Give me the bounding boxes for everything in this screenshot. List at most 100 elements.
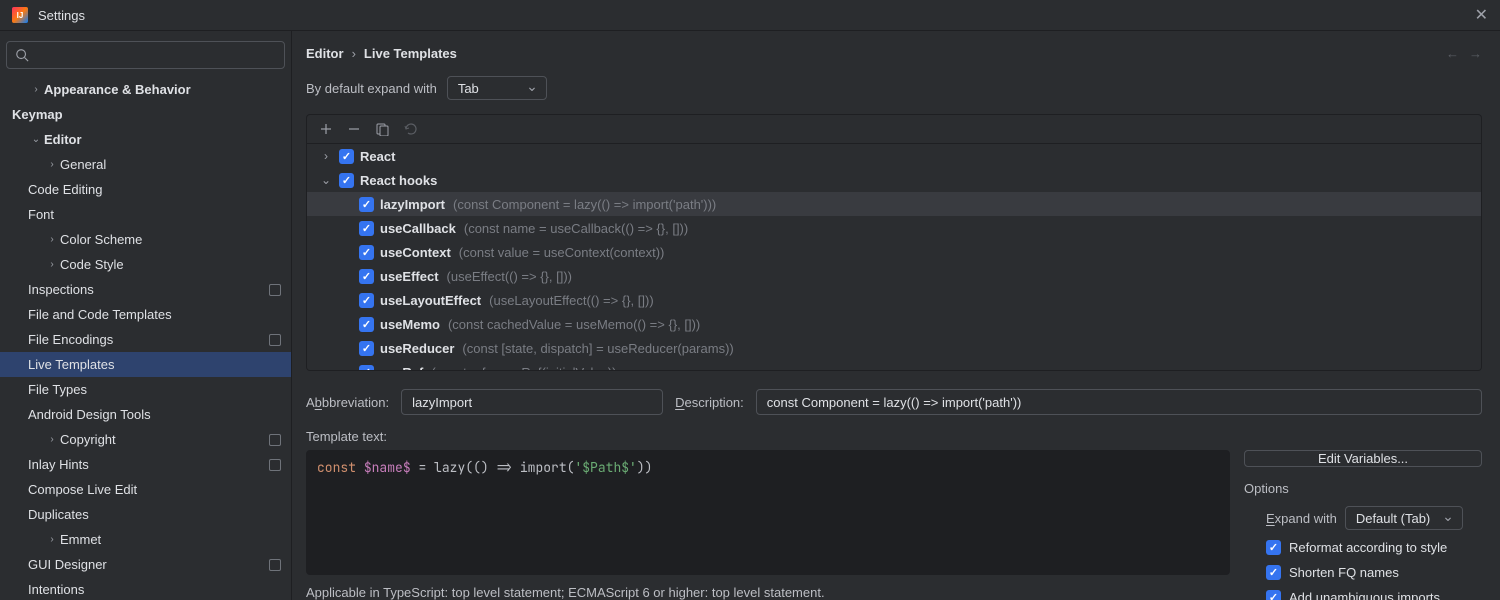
description-input[interactable]: [756, 389, 1482, 415]
sidebar-item-label: Color Scheme: [60, 232, 281, 247]
nav-back-icon[interactable]: ←: [1446, 46, 1459, 61]
sidebar-item-duplicates[interactable]: Duplicates: [0, 502, 291, 527]
sidebar-item-label: Editor: [44, 132, 281, 147]
sidebar-item-editor[interactable]: ⌄Editor: [0, 127, 291, 152]
template-checkbox[interactable]: [359, 221, 374, 236]
sidebar-item-label: Code Style: [60, 257, 281, 272]
breadcrumb-root[interactable]: Editor: [306, 46, 344, 61]
content-pane: Editor › Live Templates ← → By default e…: [292, 31, 1500, 600]
sidebar-item-code-editing[interactable]: Code Editing: [0, 177, 291, 202]
template-item-useEffect[interactable]: useEffect (useEffect(() => {}, [])): [307, 264, 1481, 288]
chevron-icon: ›: [28, 84, 44, 95]
default-expand-label: By default expand with: [306, 81, 437, 96]
duplicate-icon[interactable]: [375, 122, 389, 136]
chevron-icon: ›: [44, 159, 60, 170]
sidebar-item-label: Copyright: [60, 432, 269, 447]
template-item-useLayoutEffect[interactable]: useLayoutEffect (useLayoutEffect(() => {…: [307, 288, 1481, 312]
chevron-icon: ⌄: [28, 134, 44, 145]
sidebar-item-gui-designer[interactable]: GUI Designer: [0, 552, 291, 577]
chevron-icon: ›: [44, 534, 60, 545]
group-checkbox[interactable]: [339, 149, 354, 164]
sidebar-item-label: File Types: [28, 382, 281, 397]
template-desc: (useEffect(() => {}, [])): [447, 269, 572, 284]
sidebar-item-appearance-behavior[interactable]: ›Appearance & Behavior: [0, 77, 291, 102]
breadcrumb: Editor › Live Templates ← →: [306, 31, 1482, 76]
template-desc: (const Component = lazy(() => import('pa…: [453, 197, 716, 212]
template-item-useCallback[interactable]: useCallback (const name = useCallback(()…: [307, 216, 1481, 240]
template-item-useMemo[interactable]: useMemo (const cachedValue = useMemo(() …: [307, 312, 1481, 336]
template-checkbox[interactable]: [359, 293, 374, 308]
sidebar-item-label: Emmet: [60, 532, 281, 547]
reformat-label: Reformat according to style: [1289, 540, 1447, 555]
template-group-react-hooks[interactable]: React hooks: [307, 168, 1481, 192]
sidebar-item-label: Inspections: [28, 282, 269, 297]
template-name: useReducer: [380, 341, 454, 356]
abbreviation-input[interactable]: [401, 389, 663, 415]
sidebar-item-file-types[interactable]: File Types: [0, 377, 291, 402]
template-toolbar: [306, 114, 1482, 143]
template-desc: (const [state, dispatch] = useReducer(pa…: [462, 341, 733, 356]
description-label: Description:: [675, 395, 744, 410]
template-checkbox[interactable]: [359, 245, 374, 260]
edit-variables-button[interactable]: Edit Variables...: [1244, 450, 1482, 467]
search-input[interactable]: [35, 48, 276, 63]
template-item-useReducer[interactable]: useReducer (const [state, dispatch] = us…: [307, 336, 1481, 360]
sidebar-item-live-templates[interactable]: Live Templates: [0, 352, 291, 377]
sidebar-item-font[interactable]: Font: [0, 202, 291, 227]
template-item-lazyImport[interactable]: lazyImport (const Component = lazy(() =>…: [307, 192, 1481, 216]
template-group-react[interactable]: React: [307, 144, 1481, 168]
app-icon: IJ: [12, 7, 28, 23]
sidebar-item-compose-live-edit[interactable]: Compose Live Edit: [0, 477, 291, 502]
sidebar-item-copyright[interactable]: ›Copyright: [0, 427, 291, 452]
template-checkbox[interactable]: [359, 197, 374, 212]
chevron-icon: [319, 173, 333, 187]
project-scope-icon: [269, 559, 281, 571]
sidebar-item-inlay-hints[interactable]: Inlay Hints: [0, 452, 291, 477]
sidebar-item-label: Intentions: [28, 582, 281, 597]
sidebar: ›Appearance & BehaviorKeymap⌄Editor›Gene…: [0, 31, 292, 600]
sidebar-item-label: File and Code Templates: [28, 307, 281, 322]
template-checkbox[interactable]: [359, 341, 374, 356]
shorten-fq-checkbox[interactable]: [1266, 565, 1281, 580]
sidebar-item-code-style[interactable]: ›Code Style: [0, 252, 291, 277]
close-icon[interactable]: ✕: [1475, 5, 1488, 25]
add-icon[interactable]: [319, 122, 333, 136]
revert-icon: [403, 122, 417, 136]
sidebar-item-general[interactable]: ›General: [0, 152, 291, 177]
sidebar-item-label: Code Editing: [28, 182, 281, 197]
sidebar-item-file-encodings[interactable]: File Encodings: [0, 327, 291, 352]
sidebar-item-label: Compose Live Edit: [28, 482, 281, 497]
sidebar-item-intentions[interactable]: Intentions: [0, 577, 291, 600]
template-checkbox[interactable]: [359, 365, 374, 372]
sidebar-item-label: Font: [28, 207, 281, 222]
group-checkbox[interactable]: [339, 173, 354, 188]
sidebar-item-android-design-tools[interactable]: Android Design Tools: [0, 402, 291, 427]
template-checkbox[interactable]: [359, 269, 374, 284]
settings-tree: ›Appearance & BehaviorKeymap⌄Editor›Gene…: [0, 77, 291, 600]
template-name: useLayoutEffect: [380, 293, 481, 308]
template-checkbox[interactable]: [359, 317, 374, 332]
template-name: useEffect: [380, 269, 439, 284]
template-name: useRef: [380, 365, 423, 372]
template-item-useRef[interactable]: useRef (const ref = useRef(initialValue)…: [307, 360, 1481, 371]
sidebar-item-keymap[interactable]: Keymap: [0, 102, 291, 127]
template-text-editor[interactable]: const $name$ = lazy(() => import('$Path$…: [306, 450, 1230, 575]
search-input-container[interactable]: [6, 41, 285, 69]
template-name: useMemo: [380, 317, 440, 332]
chevron-icon: [319, 149, 333, 163]
abbreviation-label: Abbbreviation:: [306, 395, 389, 410]
default-expand-select[interactable]: Tab: [447, 76, 547, 100]
sidebar-item-inspections[interactable]: Inspections: [0, 277, 291, 302]
sidebar-item-label: Android Design Tools: [28, 407, 281, 422]
sidebar-item-file-and-code-templates[interactable]: File and Code Templates: [0, 302, 291, 327]
sidebar-item-color-scheme[interactable]: ›Color Scheme: [0, 227, 291, 252]
template-desc: (const ref = useRef(initialValue)): [431, 365, 616, 372]
sidebar-item-emmet[interactable]: ›Emmet: [0, 527, 291, 552]
reformat-checkbox[interactable]: [1266, 540, 1281, 555]
template-item-useContext[interactable]: useContext (const value = useContext(con…: [307, 240, 1481, 264]
remove-icon[interactable]: [347, 122, 361, 136]
template-name: useContext: [380, 245, 451, 260]
nav-forward-icon[interactable]: →: [1469, 46, 1482, 61]
template-list[interactable]: ReactReact hookslazyImport (const Compon…: [306, 143, 1482, 371]
expand-with-select[interactable]: Default (Tab): [1345, 506, 1463, 530]
